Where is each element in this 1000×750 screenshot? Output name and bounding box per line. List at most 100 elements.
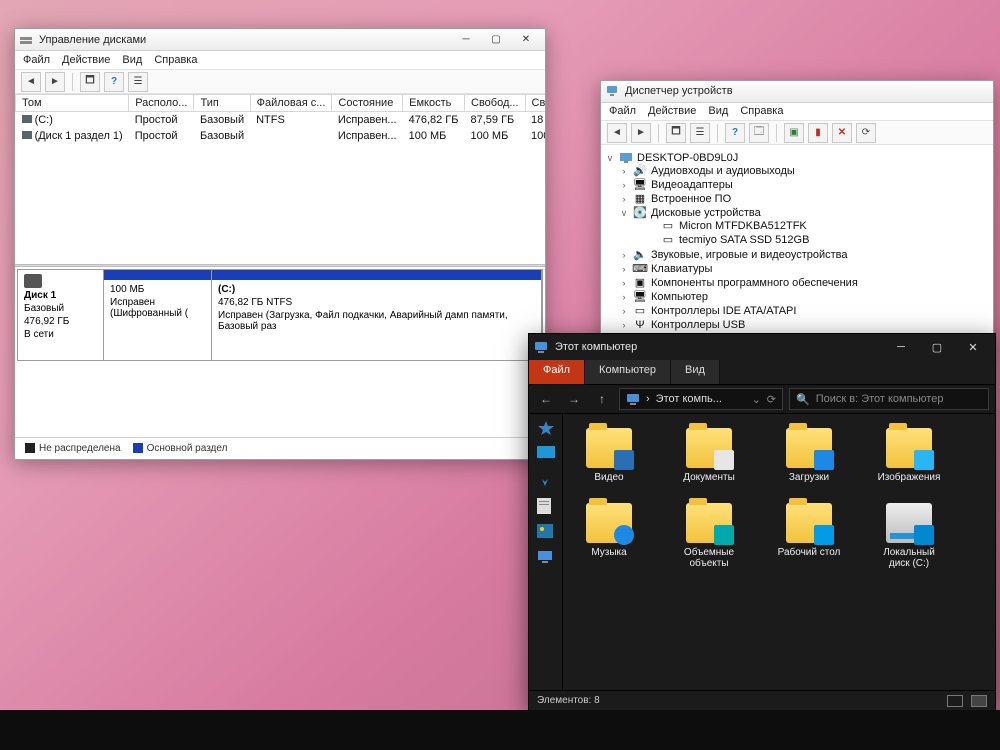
breadcrumb[interactable]: Этот компь... bbox=[656, 393, 722, 405]
pc-icon[interactable] bbox=[537, 550, 555, 566]
search-icon: 🔍 bbox=[796, 393, 810, 406]
ex-item-count: Элементов: 8 bbox=[537, 695, 600, 706]
help-icon[interactable]: ? bbox=[104, 72, 124, 92]
local-disk-c[interactable]: Локальный диск (C:) bbox=[873, 503, 945, 569]
forward-icon[interactable]: ► bbox=[45, 72, 65, 92]
ex-address-bar[interactable]: › Этот компь... ⌄ ⟳ bbox=[619, 388, 783, 410]
devmgr-menu-help[interactable]: Справка bbox=[740, 105, 783, 117]
devmgr-tree[interactable]: v DESKTOP-0BD9L0J ›🔊Аудиовходы и аудиовы… bbox=[601, 145, 993, 349]
documents-icon[interactable] bbox=[537, 498, 555, 514]
dm-minimize-button[interactable]: ─ bbox=[451, 30, 481, 50]
dm-graphical-view: Диск 1 Базовый 476,92 ГБ В сети 100 МБ И… bbox=[15, 267, 545, 363]
disk-icon: 💽 bbox=[633, 207, 647, 219]
downloads-icon[interactable] bbox=[537, 472, 555, 488]
desktop-icon[interactable] bbox=[537, 446, 555, 462]
folder-3d-objects[interactable]: Объемные объекты bbox=[673, 503, 745, 569]
details-view-icon[interactable] bbox=[947, 695, 963, 707]
tree-item[interactable]: Компьютер bbox=[651, 291, 708, 303]
devmgr-root[interactable]: DESKTOP-0BD9L0J bbox=[637, 152, 738, 164]
refresh-icon[interactable]: 🗖 bbox=[80, 72, 100, 92]
devmgr-menu-view[interactable]: Вид bbox=[708, 105, 728, 117]
devmgr-toolbar: ◄ ► 🗖 ☰ ? 🗔 ▣ ▮ ✕ ⟳ bbox=[601, 121, 993, 145]
dm-row[interactable]: (Диск 1 раздел 1) Простой Базовый Исправ… bbox=[16, 128, 546, 144]
scan-icon[interactable]: 🗔 bbox=[749, 123, 769, 143]
dm-partition-c[interactable]: (C:) 476,82 ГБ NTFS Исправен (Загрузка, … bbox=[212, 270, 542, 360]
dm-disk-1[interactable]: Диск 1 Базовый 476,92 ГБ В сети 100 МБ И… bbox=[17, 269, 543, 361]
ex-tab-file[interactable]: Файл bbox=[529, 360, 585, 384]
disable-icon[interactable]: ✕ bbox=[832, 123, 852, 143]
back-icon[interactable]: ◄ bbox=[607, 123, 627, 143]
uninstall-icon[interactable]: ▮ bbox=[808, 123, 828, 143]
folder-music[interactable]: Музыка bbox=[573, 503, 645, 569]
dm-menu-help[interactable]: Справка bbox=[154, 54, 197, 66]
folder-documents[interactable]: Документы bbox=[673, 428, 745, 483]
icons-view-icon[interactable] bbox=[971, 695, 987, 707]
usb-icon: Ψ bbox=[633, 319, 647, 331]
refresh-icon[interactable]: ⟳ bbox=[767, 393, 776, 406]
audio-icon: 🔊 bbox=[633, 165, 647, 177]
drive-icon: ▭ bbox=[661, 234, 675, 246]
dm-row[interactable]: (C:) Простой Базовый NTFS Исправен... 47… bbox=[16, 112, 546, 129]
view-icon[interactable]: 🗖 bbox=[666, 123, 686, 143]
quick-access-icon[interactable] bbox=[537, 420, 555, 436]
tree-item[interactable]: Видеоадаптеры bbox=[651, 179, 733, 191]
dropdown-icon[interactable]: ⌄ bbox=[752, 393, 761, 406]
forward-icon[interactable]: ► bbox=[631, 123, 651, 143]
explorer-window: Этот компьютер ─ ▢ ✕ Файл Компьютер Вид … bbox=[528, 333, 996, 711]
dm-menu-action[interactable]: Действие bbox=[62, 54, 110, 66]
folder-desktop[interactable]: Рабочий стол bbox=[773, 503, 845, 569]
display-icon: 🖥 bbox=[633, 179, 647, 191]
devmgr-menu-file[interactable]: Файл bbox=[609, 105, 636, 117]
ex-maximize-button[interactable]: ▢ bbox=[919, 334, 955, 360]
tree-item[interactable]: Клавиатуры bbox=[651, 263, 712, 275]
ex-minimize-button[interactable]: ─ bbox=[883, 334, 919, 360]
dm-toolbar: ◄ ► 🗖 ? ☰ bbox=[15, 70, 545, 94]
help-icon[interactable]: ? bbox=[725, 123, 745, 143]
pictures-icon[interactable] bbox=[537, 524, 555, 540]
ex-quick-access[interactable] bbox=[529, 414, 563, 690]
ex-tab-computer[interactable]: Компьютер bbox=[585, 360, 671, 384]
tree-item[interactable]: Дисковые устройства bbox=[651, 207, 761, 219]
dm-header-row[interactable]: Том Располо... Тип Файловая с... Состоян… bbox=[16, 95, 546, 112]
devmgr-titlebar[interactable]: Диспетчер устройств bbox=[601, 81, 993, 103]
tree-item[interactable]: Компоненты программного обеспечения bbox=[651, 277, 858, 289]
tree-item[interactable]: Контроллеры USB bbox=[651, 319, 745, 331]
back-icon[interactable]: ◄ bbox=[21, 72, 41, 92]
forward-icon[interactable]: → bbox=[563, 388, 585, 410]
tree-icon[interactable]: ☰ bbox=[690, 123, 710, 143]
folder-videos[interactable]: Видео bbox=[573, 428, 645, 483]
dm-close-button[interactable]: ✕ bbox=[511, 30, 541, 50]
dm-titlebar[interactable]: Управление дисками ─ ▢ ✕ bbox=[15, 29, 545, 51]
drive-icon: ▭ bbox=[661, 220, 675, 232]
dm-maximize-button[interactable]: ▢ bbox=[481, 30, 511, 50]
folder-downloads[interactable]: Загрузки bbox=[773, 428, 845, 483]
ide-icon: ▭ bbox=[633, 305, 647, 317]
devmgr-menu-action[interactable]: Действие bbox=[648, 105, 696, 117]
ex-tab-view[interactable]: Вид bbox=[671, 360, 720, 384]
tree-item[interactable]: Аудиовходы и аудиовыходы bbox=[651, 165, 795, 177]
tree-item[interactable]: Контроллеры IDE ATA/ATAPI bbox=[651, 305, 796, 317]
tree-item[interactable]: Звуковые, игровые и видеоустройства bbox=[651, 249, 848, 261]
folder-pictures[interactable]: Изображения bbox=[873, 428, 945, 483]
dm-volume-list[interactable]: Том Располо... Тип Файловая с... Состоян… bbox=[15, 94, 545, 264]
tree-item[interactable]: Встроенное ПО bbox=[651, 193, 731, 205]
dm-menu-file[interactable]: Файл bbox=[23, 54, 50, 66]
dm-partition-efi[interactable]: 100 МБ Исправен (Шифрованный ( bbox=[104, 270, 212, 360]
ex-titlebar[interactable]: Этот компьютер ─ ▢ ✕ bbox=[529, 334, 995, 360]
props-icon[interactable]: ☰ bbox=[128, 72, 148, 92]
pc-icon: 🖥 bbox=[633, 291, 647, 303]
ex-search-input[interactable]: 🔍 Поиск в: Этот компьютер bbox=[789, 388, 989, 410]
update-driver-icon[interactable]: ▣ bbox=[784, 123, 804, 143]
devmgr-app-icon bbox=[605, 84, 619, 98]
ex-statusbar: Элементов: 8 bbox=[529, 690, 995, 710]
tree-item[interactable]: Micron MTFDKBA512TFK bbox=[679, 220, 807, 232]
dm-menu-view[interactable]: Вид bbox=[122, 54, 142, 66]
refresh-icon[interactable]: ⟳ bbox=[856, 123, 876, 143]
ex-item-grid[interactable]: Видео Документы Загрузки Изображения Муз… bbox=[563, 414, 995, 690]
back-icon[interactable]: ← bbox=[535, 388, 557, 410]
tree-item[interactable]: tecmiyo SATA SSD 512GB bbox=[679, 234, 809, 246]
up-icon[interactable]: ↑ bbox=[591, 388, 613, 410]
disk-icon bbox=[24, 274, 42, 288]
chip-icon: ▦ bbox=[633, 193, 647, 205]
ex-close-button[interactable]: ✕ bbox=[955, 334, 991, 360]
